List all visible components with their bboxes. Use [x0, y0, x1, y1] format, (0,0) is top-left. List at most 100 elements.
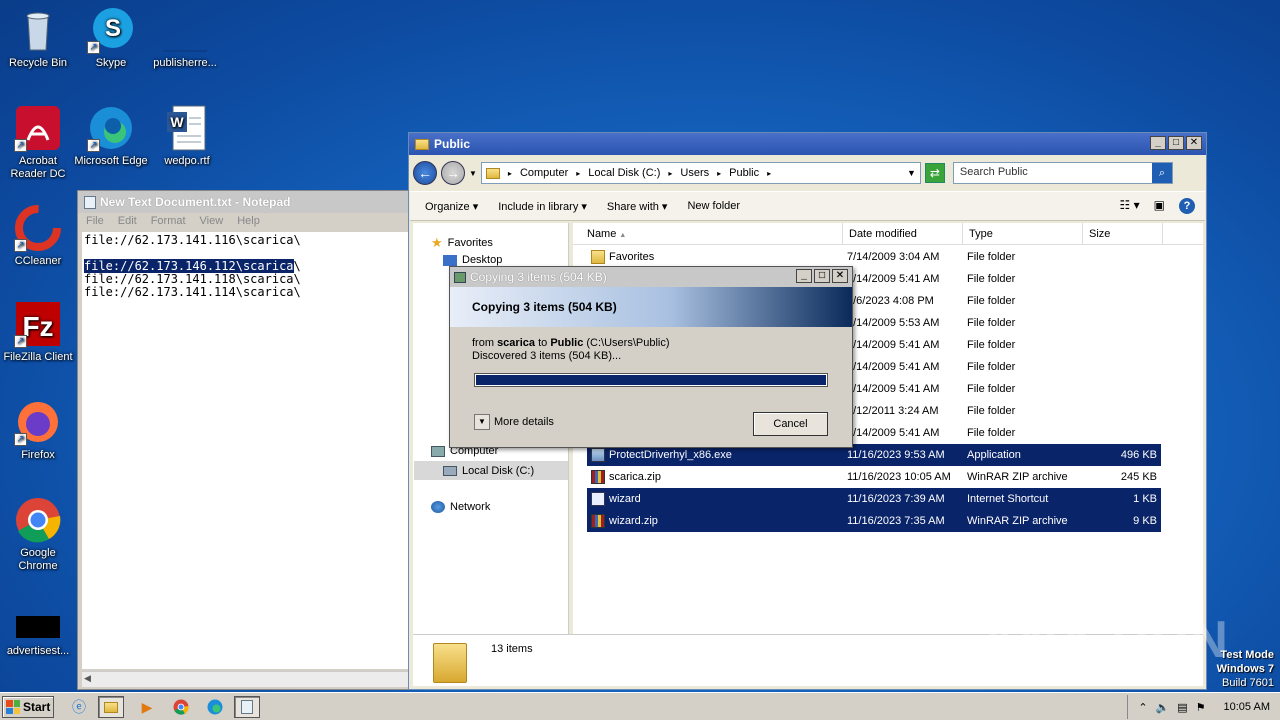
menu-view[interactable]: View: [200, 215, 224, 229]
menu-format[interactable]: Format: [151, 215, 186, 229]
table-row[interactable]: wizard 11/16/2023 7:39 AM Internet Shortcu…: [587, 488, 1161, 510]
cell-type: File folder: [967, 427, 1016, 439]
notepad-text-area[interactable]: file://62.173.141.116\scarica\ file://62.…: [82, 232, 411, 669]
explorer-taskbar-icon[interactable]: [98, 696, 124, 718]
desktop-icon-label: Recycle Bin: [8, 57, 68, 69]
share-with-button[interactable]: Share with ▾: [607, 200, 668, 213]
nav-network[interactable]: Network: [431, 501, 490, 513]
media-player-icon[interactable]: ▶: [134, 696, 160, 718]
notepad-titlebar[interactable]: New Text Document.txt - Notepad: [78, 191, 411, 213]
copy-progress-dialog[interactable]: Copying 3 items (504 KB) _ □ ✕ Copying 3…: [449, 266, 853, 448]
close-button[interactable]: ✕: [832, 269, 848, 283]
desktop-icon-publisherre[interactable]: publisherre...: [147, 6, 223, 70]
forward-button[interactable]: →: [441, 161, 465, 185]
minimize-button[interactable]: _: [796, 269, 812, 283]
volume-icon[interactable]: 🔈: [1156, 701, 1170, 714]
refresh-button[interactable]: ⇄: [924, 163, 945, 183]
action-center-flag-icon[interactable]: ⚑: [1196, 701, 1206, 714]
breadcrumb-computer[interactable]: Computer: [520, 167, 568, 179]
table-row[interactable]: Favorites 7/14/2009 3:04 AM File folder: [587, 246, 1161, 268]
view-options-icon[interactable]: ☷ ▾: [1120, 198, 1140, 214]
folder-icon: [591, 250, 605, 264]
desktop-icon-label: Skype: [95, 57, 127, 69]
back-button[interactable]: ←: [413, 161, 437, 185]
nav-desktop[interactable]: Desktop: [443, 254, 502, 266]
chrome-icon[interactable]: [168, 696, 194, 718]
search-icon[interactable]: ⌕: [1151, 163, 1172, 183]
clock[interactable]: 10:05 AM: [1224, 701, 1270, 713]
close-button[interactable]: ✕: [1186, 136, 1202, 150]
desktop-icon-firefox[interactable]: ↗ Firefox: [0, 398, 76, 462]
dialog-titlebar[interactable]: Copying 3 items (504 KB) _ □ ✕: [450, 267, 852, 287]
desktop-icon-ccleaner[interactable]: ↗ CCleaner: [0, 204, 76, 268]
preview-pane-icon[interactable]: ▣: [1154, 198, 1165, 214]
cell-type: File folder: [967, 361, 1016, 373]
column-date[interactable]: Date modified: [843, 223, 963, 244]
organize-button[interactable]: Organize ▾: [425, 200, 478, 213]
search-input[interactable]: Search Public ⌕: [952, 162, 1173, 184]
desktop-icon-filezilla[interactable]: Fz ↗ FileZilla Client: [0, 300, 76, 364]
ccleaner-icon: ↗: [14, 204, 62, 252]
desktop-icon-label: wedpo.rtf: [164, 155, 210, 167]
maximize-button[interactable]: □: [1168, 136, 1184, 150]
include-in-library-button[interactable]: Include in library ▾: [498, 200, 587, 213]
desktop-icon-recycle-bin[interactable]: Recycle Bin: [0, 6, 76, 70]
table-row[interactable]: scarica.zip 11/16/2023 10:05 AM WinRAR ZIP…: [587, 466, 1161, 488]
column-size[interactable]: Size: [1083, 223, 1163, 244]
address-dropdown-icon[interactable]: ▼: [907, 168, 916, 178]
desktop-icon-edge[interactable]: ↗ Microsoft Edge: [73, 104, 149, 168]
new-folder-button[interactable]: New folder: [687, 200, 740, 212]
notepad-taskbar-icon[interactable]: [234, 696, 260, 718]
address-bar[interactable]: ▸ Computer ▸ Local Disk (C:) ▸ Users ▸ P…: [480, 162, 921, 184]
chevron-icon[interactable]: ▸: [767, 169, 771, 178]
nav-favorites[interactable]: ★ Favorites: [431, 235, 493, 251]
cell-date: 11/16/2023 10:05 AM: [847, 471, 951, 483]
maximize-button[interactable]: □: [814, 269, 830, 283]
more-details-toggle[interactable]: ▼ More details: [474, 414, 554, 430]
desktop-icon-chrome[interactable]: Google Chrome: [0, 496, 76, 573]
breadcrumb-local-disk[interactable]: Local Disk (C:): [588, 167, 660, 179]
column-name[interactable]: Name ▲: [573, 223, 843, 244]
source-folder-link[interactable]: scarica: [497, 337, 535, 349]
edge-icon[interactable]: [202, 696, 228, 718]
notepad-window[interactable]: New Text Document.txt - Notepad File Edi…: [77, 190, 412, 690]
column-type[interactable]: Type: [963, 223, 1083, 244]
chevron-down-icon[interactable]: ▼: [474, 414, 490, 430]
network-icon: [431, 501, 445, 513]
explorer-titlebar[interactable]: Public _ □ ✕: [409, 133, 1206, 155]
start-label: Start: [23, 700, 51, 714]
horizontal-scrollbar[interactable]: ◀: [82, 671, 411, 687]
start-button[interactable]: Start: [2, 696, 54, 718]
cancel-button[interactable]: Cancel: [753, 412, 828, 436]
history-dropdown-icon[interactable]: ▼: [469, 169, 477, 178]
chevron-icon[interactable]: ▸: [508, 169, 512, 178]
desktop-icon-advertisest[interactable]: advertisest...: [0, 612, 76, 658]
nav-local-disk[interactable]: Local Disk (C:): [414, 461, 568, 480]
show-hidden-icons-icon[interactable]: ⌃: [1138, 701, 1147, 714]
address-row: ← → ▼ ▸ Computer ▸ Local Disk (C:) ▸ Use…: [413, 159, 1202, 187]
breadcrumb-users[interactable]: Users: [680, 167, 709, 179]
network-tray-icon[interactable]: ▤: [1177, 701, 1187, 714]
scroll-left-icon[interactable]: ◀: [84, 673, 91, 684]
chevron-icon[interactable]: ▸: [668, 169, 672, 178]
chevron-icon[interactable]: ▸: [576, 169, 580, 178]
text-line-tail: \: [293, 259, 301, 273]
minimize-button[interactable]: _: [1150, 136, 1166, 150]
dialog-body: from scarica to Public (C:\Users\Public)…: [450, 327, 852, 363]
chevron-icon[interactable]: ▸: [717, 169, 721, 178]
desktop-icon-acrobat[interactable]: ↗ Acrobat Reader DC: [0, 104, 76, 181]
cell-type: File folder: [967, 273, 1016, 285]
destination-folder-link[interactable]: Public: [550, 337, 583, 349]
menu-file[interactable]: File: [86, 215, 104, 229]
table-row[interactable]: wizard.zip 11/16/2023 7:35 AM WinRAR ZIP a…: [587, 510, 1161, 532]
breadcrumb-public[interactable]: Public: [729, 167, 759, 179]
ie-icon[interactable]: ⓔ: [66, 696, 92, 718]
desktop-icon-skype[interactable]: S ↗ Skype: [73, 6, 149, 70]
menu-edit[interactable]: Edit: [118, 215, 137, 229]
cell-date: 7/14/2009 5:41 AM: [847, 383, 940, 395]
edge-icon: ↗: [87, 104, 135, 152]
menu-help[interactable]: Help: [237, 215, 260, 229]
cell-type: File folder: [967, 295, 1016, 307]
help-icon[interactable]: ?: [1179, 198, 1195, 214]
desktop-icon-wedpo[interactable]: W wedpo.rtf: [149, 104, 225, 168]
